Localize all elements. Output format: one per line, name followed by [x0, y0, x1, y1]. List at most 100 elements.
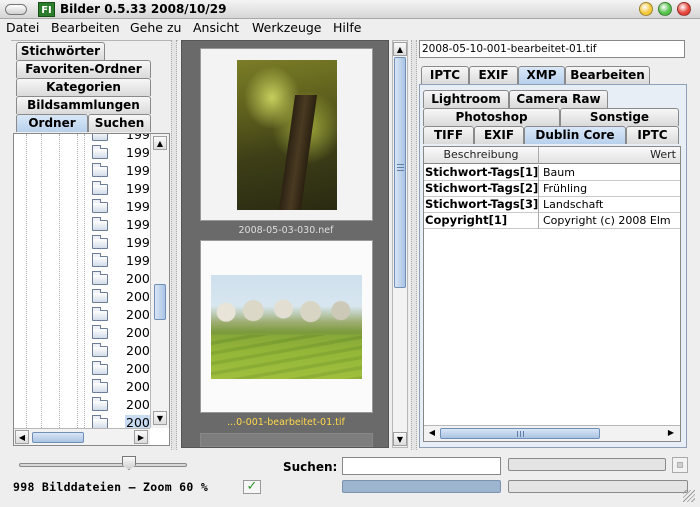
minimize-button[interactable] [639, 2, 653, 16]
tree-item-label: 1999 [126, 253, 150, 268]
tab-sonstige[interactable]: Sonstige [560, 108, 679, 126]
thumbnail-card[interactable] [200, 433, 373, 447]
tree-item-1999[interactable]: 1999 [92, 252, 150, 270]
tab-xmp[interactable]: XMP [518, 66, 565, 84]
tab-bildsammlungen[interactable]: Bildsammlungen [16, 96, 151, 114]
tab-kategorien[interactable]: Kategorien [16, 78, 151, 96]
tree-item-label: 1994 [126, 163, 150, 178]
tree-item-1997[interactable]: 1997 [92, 216, 150, 234]
table-row[interactable]: Copyright[1] Copyright (c) 2008 Elm [424, 213, 680, 229]
image-browser[interactable]: 2008-05-03-030.nef ...0-001-bearbeitet-0… [181, 40, 389, 448]
filename-field[interactable]: 2008-05-10-001-bearbeitet-01.tif [419, 40, 685, 58]
browser-vscrollbar[interactable]: ▲ ▼ [392, 40, 408, 448]
scroll-up-arrow-icon[interactable]: ▲ [393, 42, 407, 56]
table-cell-key: Stichwort-Tags[3] [425, 197, 539, 213]
search-input[interactable] [342, 457, 501, 475]
tree-item-1992[interactable]: 1992 [92, 134, 150, 144]
tab-xmp-exif[interactable]: EXIF [474, 126, 524, 144]
scroll-thumb[interactable] [32, 432, 84, 443]
tree-item-label: 1992 [126, 134, 150, 142]
thumbnail-card-selected[interactable] [200, 240, 373, 413]
scroll-right-arrow-icon[interactable]: ▶ [664, 426, 678, 440]
table-cell-key: Stichwort-Tags[1] [425, 165, 539, 181]
table-row[interactable]: Stichwort-Tags[1] Baum [424, 165, 680, 181]
tree-item-2005[interactable]: 2005 [92, 360, 150, 378]
table-row[interactable]: Stichwort-Tags[3] Landschaft [424, 197, 680, 213]
column-header-beschreibung[interactable]: Beschreibung [424, 147, 539, 164]
tab-photoshop[interactable]: Photoshop [423, 108, 560, 126]
table-row[interactable]: Stichwort-Tags[2] Frühling [424, 181, 680, 197]
menu-ansicht[interactable]: Ansicht [193, 20, 239, 36]
column-header-wert-label: Wert [650, 148, 676, 161]
tree-item-label: 1998 [126, 235, 150, 250]
tab-iptc[interactable]: IPTC [421, 66, 469, 84]
tab-stichwoerter[interactable]: Stichwörter [16, 42, 105, 60]
tree-item-2008[interactable]: 2008 [92, 414, 150, 428]
thumbnail-image-meadow [211, 275, 362, 379]
scroll-right-arrow-icon[interactable]: ▶ [134, 430, 148, 444]
scroll-thumb[interactable] [154, 284, 166, 320]
tab-favoriten-ordner[interactable]: Favoriten-Ordner [16, 60, 151, 78]
tab-dublin-core[interactable]: Dublin Core [524, 126, 626, 144]
menu-datei[interactable]: Datei [6, 20, 39, 36]
tree-item-1995[interactable]: 1995 [92, 180, 150, 198]
table-hscrollbar[interactable]: ◀ ▶ [424, 425, 680, 441]
zoom-slider[interactable] [19, 463, 187, 467]
tree-item-2003[interactable]: 2003 [92, 324, 150, 342]
stop-icon [677, 462, 683, 468]
zoom-slider-knob[interactable] [122, 456, 136, 470]
close-button[interactable] [677, 2, 691, 16]
tab-xmp-iptc[interactable]: IPTC [626, 126, 679, 144]
metadata-table[interactable]: Beschreibung Wert Stichwort-Tags[1] Baum S… [423, 146, 681, 442]
tab-exif[interactable]: EXIF [469, 66, 518, 84]
scroll-up-arrow-icon[interactable]: ▲ [153, 136, 167, 150]
thumbnail-card[interactable] [200, 48, 373, 221]
tree-item-label: 2007 [126, 397, 150, 412]
tab-bearbeiten[interactable]: Bearbeiten [565, 66, 650, 84]
window-menu-button[interactable] [5, 4, 27, 15]
column-header-wert[interactable]: Wert [539, 147, 680, 164]
tree-item-2001[interactable]: 2001 [92, 288, 150, 306]
tree-item-2004[interactable]: 2004 [92, 342, 150, 360]
thumbnail-image-tree [237, 60, 337, 210]
tree-hscrollbar[interactable]: ◀ ▶ [14, 428, 150, 445]
progress-bar [508, 480, 688, 493]
folder-icon [92, 199, 108, 213]
menu-gehe-zu[interactable]: Gehe zu [130, 20, 181, 36]
scroll-thumb[interactable] [394, 57, 406, 288]
tree-item-2002[interactable]: 2002 [92, 306, 150, 324]
tab-ordner[interactable]: Ordner [16, 114, 88, 132]
folder-tree[interactable]: 1992 1993 1994 1995 1996 1997 1998 1999 2000 2001… [13, 133, 170, 446]
tree-vscrollbar[interactable]: ▲ ▼ [150, 134, 169, 428]
stop-button[interactable] [672, 457, 688, 473]
tab-tiff[interactable]: TIFF [423, 126, 474, 144]
menu-hilfe[interactable]: Hilfe [333, 20, 361, 36]
splitter[interactable] [411, 40, 417, 450]
tree-item-1994[interactable]: 1994 [92, 162, 150, 180]
maximize-button[interactable] [658, 2, 672, 16]
tree-item-2007[interactable]: 2007 [92, 396, 150, 414]
tab-suchen[interactable]: Suchen [88, 114, 151, 132]
tree-item-2000[interactable]: 2000 [92, 270, 150, 288]
scroll-left-arrow-icon[interactable]: ◀ [425, 426, 439, 440]
tab-camera-raw[interactable]: Camera Raw [509, 90, 608, 108]
scroll-thumb[interactable] [440, 428, 600, 439]
tab-lightroom[interactable]: Lightroom [423, 90, 509, 108]
scroll-down-arrow-icon[interactable]: ▼ [153, 411, 167, 425]
menu-werkzeuge[interactable]: Werkzeuge [252, 20, 322, 36]
tree-item-1998[interactable]: 1998 [92, 234, 150, 252]
tree-item-1993[interactable]: 1993 [92, 144, 150, 162]
tree-item-label: 2008 [125, 415, 150, 428]
resize-grip-icon[interactable] [683, 490, 695, 502]
checkmark-icon[interactable]: ✓ [243, 480, 261, 494]
scroll-down-arrow-icon[interactable]: ▼ [393, 432, 407, 446]
menu-bearbeiten[interactable]: Bearbeiten [51, 20, 120, 36]
title-bar[interactable]: FI Bilder 0.5.33 2008/10/29 [0, 0, 700, 19]
progress-bar [508, 458, 666, 471]
tree-trunk [278, 95, 318, 210]
tree-item-1996[interactable]: 1996 [92, 198, 150, 216]
tree-item-2006[interactable]: 2006 [92, 378, 150, 396]
scroll-left-arrow-icon[interactable]: ◀ [15, 430, 29, 444]
splitter[interactable] [171, 40, 177, 450]
tree-item-label: 2001 [126, 289, 150, 304]
